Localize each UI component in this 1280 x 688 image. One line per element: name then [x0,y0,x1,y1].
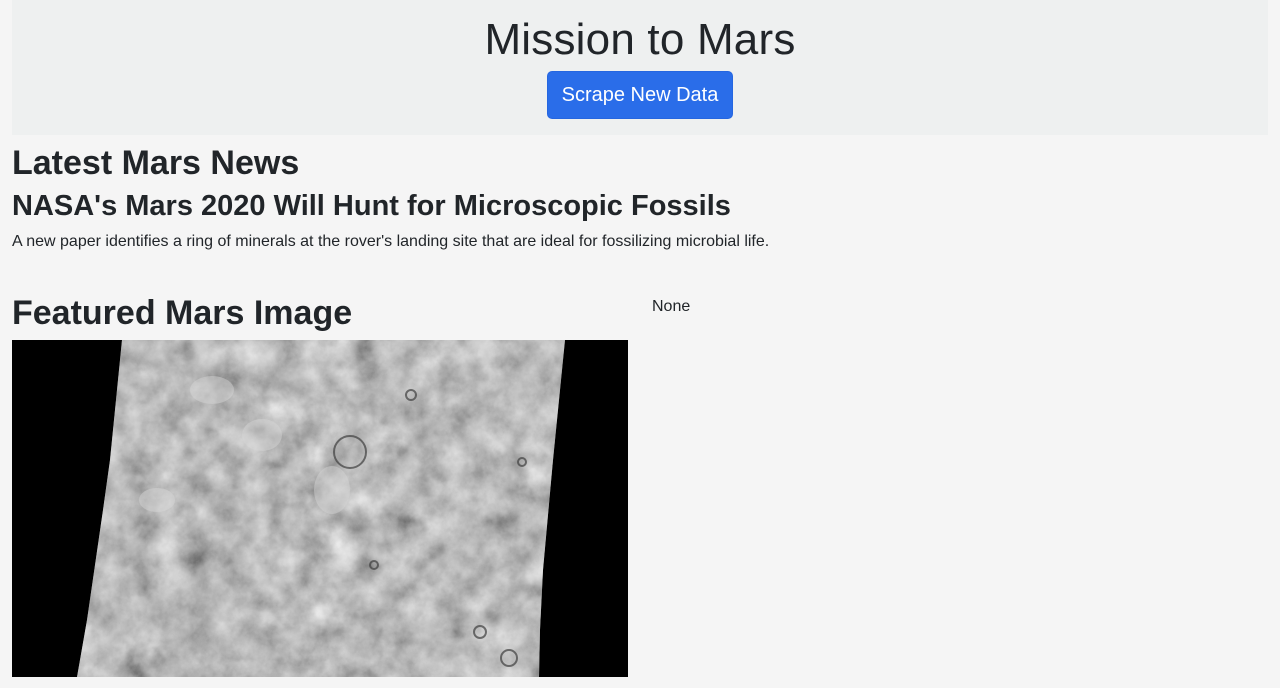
featured-image-heading: Featured Mars Image [12,294,353,332]
featured-mars-image [12,340,628,677]
mars-facts-table: None [652,298,691,315]
header-banner: Mission to Mars Scrape New Data [12,0,1268,135]
scrape-new-data-button[interactable]: Scrape New Data [547,71,733,119]
latest-news-heading: Latest Mars News [12,144,300,182]
page: Mission to Mars Scrape New Data Latest M… [0,0,1280,688]
page-title: Mission to Mars [484,15,796,64]
news-title: NASA's Mars 2020 Will Hunt for Microscop… [12,190,731,222]
news-teaser: A new paper identifies a ring of mineral… [12,233,770,250]
